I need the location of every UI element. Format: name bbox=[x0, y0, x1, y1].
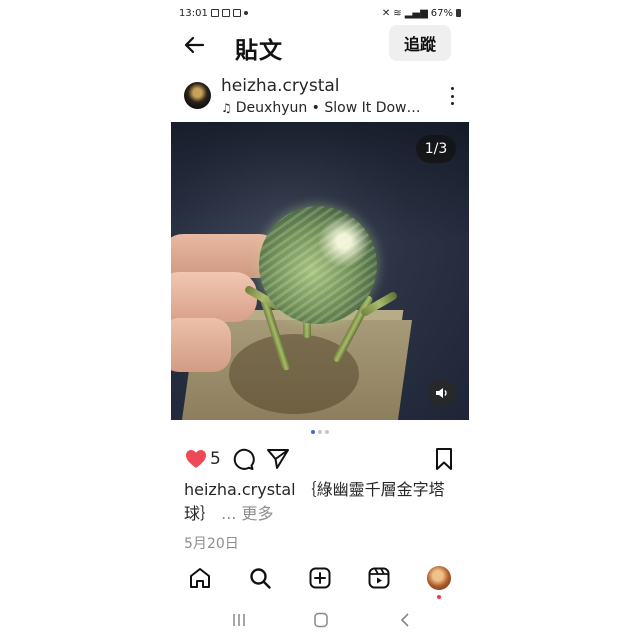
back-button[interactable] bbox=[181, 32, 207, 58]
send-icon bbox=[267, 449, 289, 469]
chat-icon bbox=[232, 9, 241, 17]
post-media[interactable]: 1/3 bbox=[171, 122, 469, 420]
carousel-dot bbox=[318, 430, 322, 434]
system-back-button[interactable] bbox=[395, 612, 415, 628]
carousel-dot bbox=[325, 430, 329, 434]
profile-avatar bbox=[427, 566, 451, 590]
music-track: Deuxhyun • Slow It Dow… bbox=[235, 100, 421, 116]
system-home-icon bbox=[314, 612, 328, 628]
battery-icon bbox=[456, 9, 461, 17]
status-left: 13:01 bbox=[179, 8, 248, 19]
status-right: ✕ ≋ ▂▄▆ 67% bbox=[382, 8, 461, 19]
carousel-dot-active bbox=[311, 430, 315, 434]
gallery-icon bbox=[210, 9, 219, 17]
author-avatar[interactable] bbox=[184, 82, 211, 109]
post-actions: 5 bbox=[171, 444, 469, 474]
mute-icon: ✕ bbox=[381, 7, 391, 19]
like-count[interactable]: 5 bbox=[210, 449, 221, 469]
comment-icon bbox=[233, 448, 255, 470]
system-navigation bbox=[171, 606, 469, 634]
reels-icon bbox=[368, 567, 390, 589]
phone-screen: 13:01 ✕ ≋ ▂▄▆ 67% 貼文 追蹤 heizha.crystal ♫ bbox=[171, 0, 469, 640]
share-button[interactable] bbox=[266, 447, 290, 475]
bottom-navigation bbox=[171, 560, 469, 599]
page-header: 貼文 追蹤 bbox=[171, 24, 469, 64]
more-vertical-icon bbox=[450, 87, 454, 90]
notification-dot bbox=[437, 595, 441, 599]
comment-button[interactable] bbox=[231, 447, 255, 475]
status-time: 13:01 bbox=[179, 7, 208, 19]
home-icon bbox=[190, 568, 210, 588]
nav-search[interactable] bbox=[247, 565, 273, 591]
page-title: 貼文 bbox=[235, 38, 283, 64]
notification-icon bbox=[221, 9, 230, 17]
carousel-indicator bbox=[171, 430, 469, 434]
like-button[interactable] bbox=[184, 447, 208, 475]
nav-profile[interactable] bbox=[426, 565, 452, 599]
author-username[interactable]: heizha.crystal bbox=[221, 76, 340, 96]
nav-create[interactable] bbox=[307, 565, 333, 591]
plus-square-icon bbox=[309, 567, 331, 589]
post-caption: heizha.crystal ｛綠幽靈千層金字塔球｝ ... 更多 bbox=[184, 478, 455, 526]
wifi-icon: ≋ bbox=[393, 7, 402, 19]
nav-reels[interactable] bbox=[366, 565, 392, 591]
bookmark-icon bbox=[436, 448, 452, 470]
speaker-icon bbox=[436, 388, 447, 398]
save-button[interactable] bbox=[433, 447, 455, 475]
post-options-button[interactable] bbox=[449, 87, 455, 105]
media-counter: 1/3 bbox=[416, 135, 456, 163]
recents-icon bbox=[233, 614, 245, 626]
system-home-button[interactable] bbox=[311, 612, 331, 628]
music-note-icon: ♫ bbox=[221, 101, 232, 115]
sound-toggle-button[interactable] bbox=[428, 379, 456, 407]
caption-more-link[interactable]: ... 更多 bbox=[221, 504, 273, 523]
nav-home[interactable] bbox=[187, 565, 213, 591]
battery-percent: 67% bbox=[430, 7, 453, 19]
caption-username[interactable]: heizha.crystal bbox=[184, 480, 296, 499]
post-date: 5月20日 bbox=[184, 536, 239, 552]
heart-icon bbox=[186, 450, 206, 468]
chevron-left-icon bbox=[400, 613, 409, 627]
post-music[interactable]: ♫ Deuxhyun • Slow It Dow… bbox=[221, 100, 421, 116]
more-notifications-icon bbox=[243, 11, 248, 15]
post-header: heizha.crystal ♫ Deuxhyun • Slow It Dow… bbox=[171, 72, 469, 120]
recents-button[interactable] bbox=[229, 612, 249, 628]
status-bar: 13:01 ✕ ≋ ▂▄▆ 67% bbox=[179, 6, 461, 20]
follow-button[interactable]: 追蹤 bbox=[389, 25, 451, 61]
crystal-sphere bbox=[259, 206, 377, 324]
search-icon bbox=[250, 568, 271, 589]
signal-icon: ▂▄▆ bbox=[404, 7, 428, 19]
arrow-left-icon bbox=[184, 36, 205, 54]
